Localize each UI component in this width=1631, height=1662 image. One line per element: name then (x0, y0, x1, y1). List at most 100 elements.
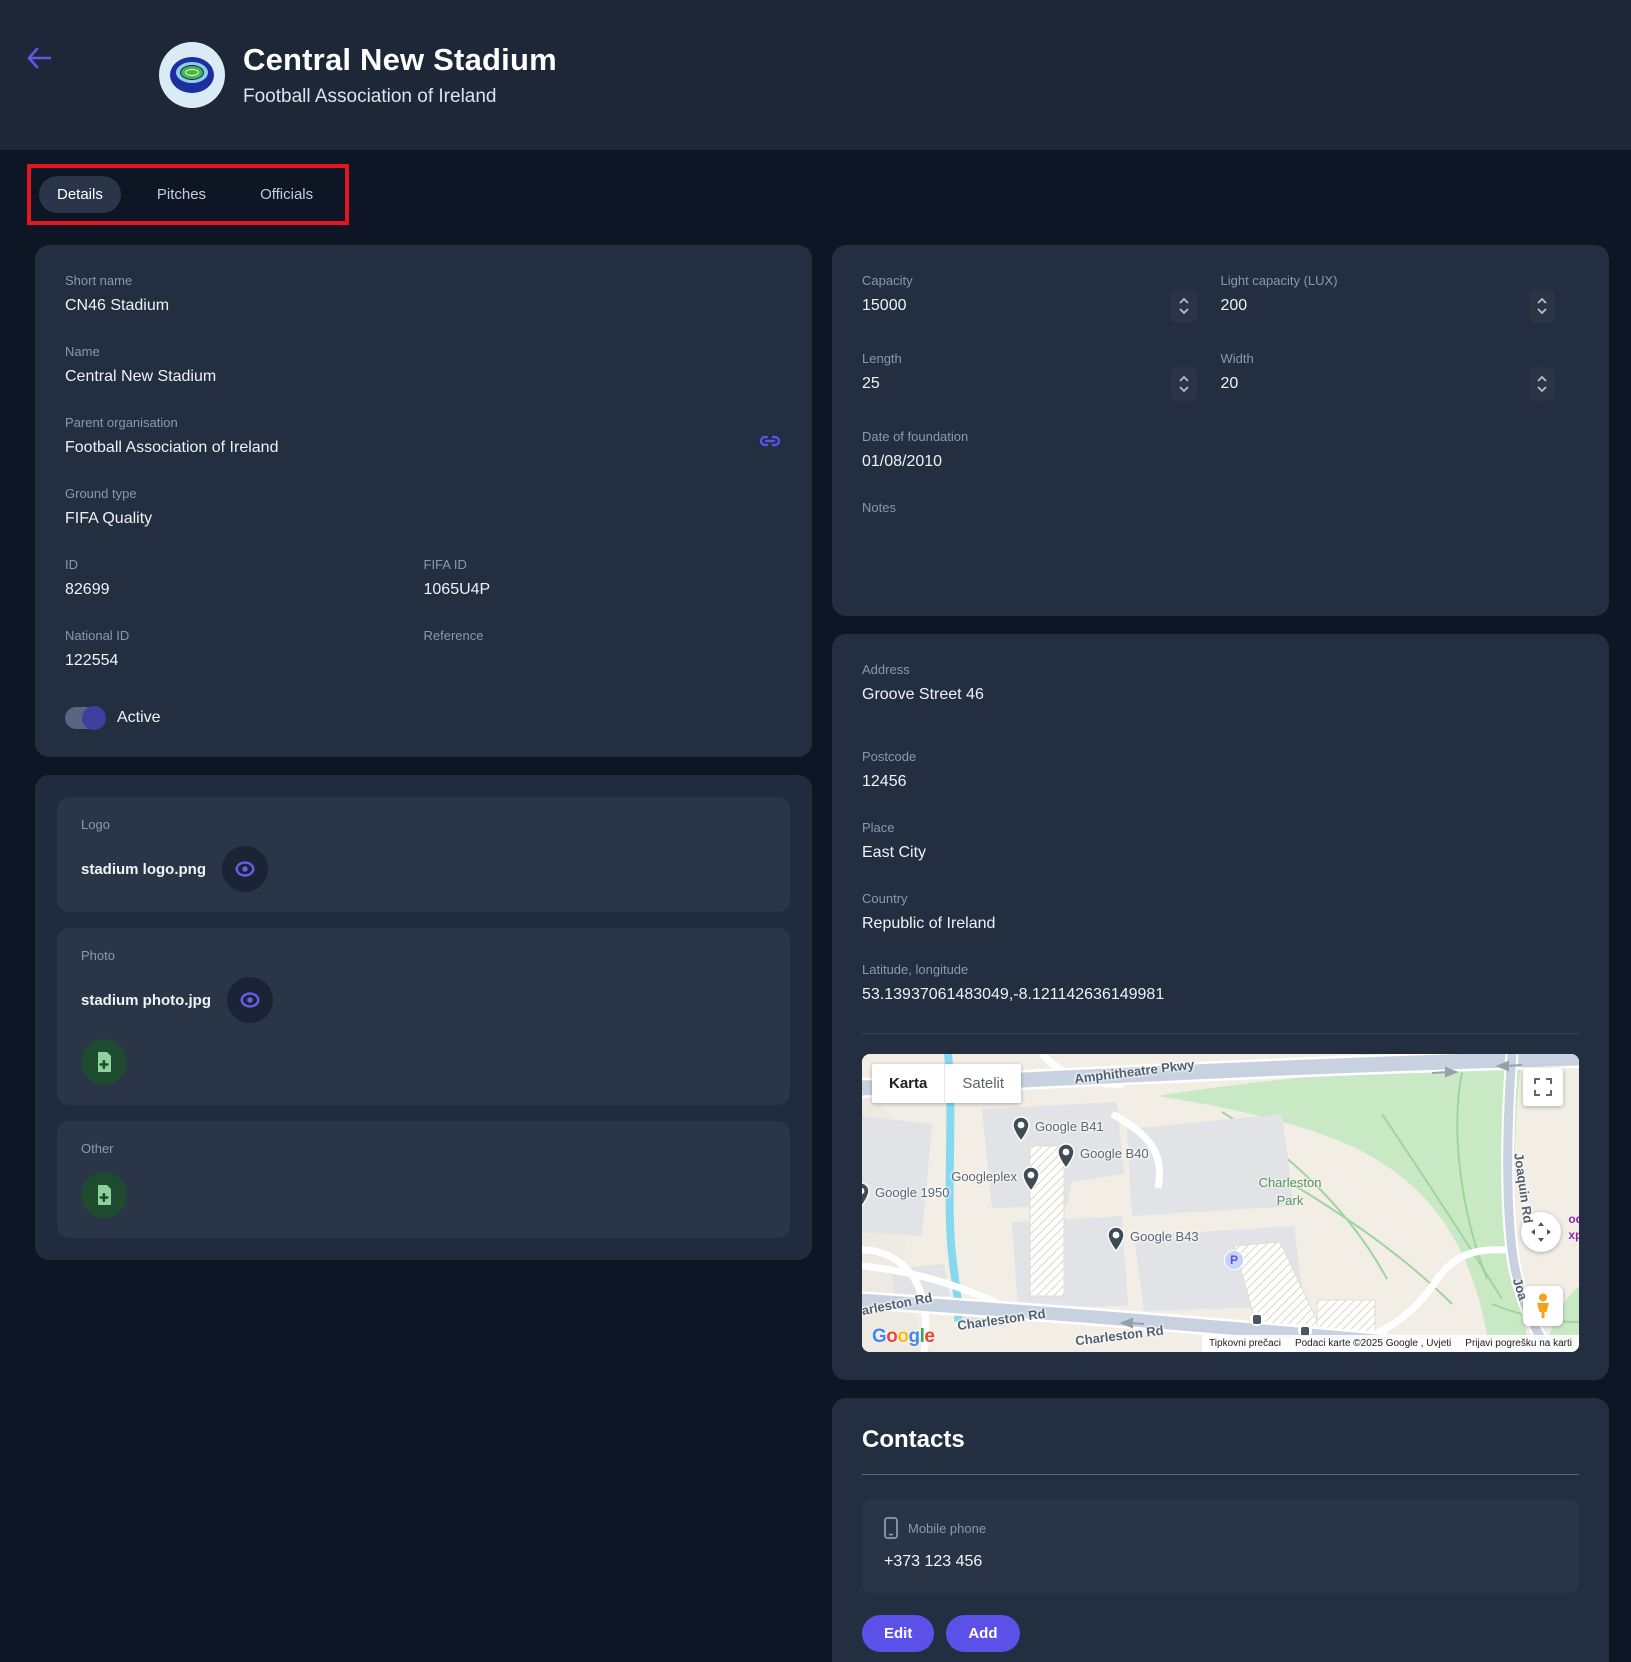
map-data-terms-link[interactable]: Podaci karte ©2025 Google , Uvjeti (1288, 1335, 1458, 1352)
field-label: Capacity (862, 273, 913, 288)
pin-icon (1012, 1116, 1030, 1142)
add-photo-button[interactable] (81, 1039, 127, 1085)
light-capacity-value: 200 (1221, 297, 1338, 316)
address-value: Groove Street 46 (862, 686, 1579, 705)
field-label: Place (862, 820, 1579, 835)
field-label: Address (862, 662, 1579, 677)
field-label: Other (81, 1141, 766, 1156)
name-value: Central New Stadium (65, 368, 782, 387)
map-attribution: Tipkovni prečaci Podaci karte ©2025 Goog… (1202, 1335, 1579, 1352)
google-map[interactable]: Karta Satelit Amphitheatre Pkwy Charlest… (862, 1054, 1579, 1352)
stepper-chevrons-icon (1536, 296, 1548, 316)
photo-upload-section: Photo stadium photo.jpg (57, 928, 790, 1105)
place-value: East City (862, 844, 1579, 863)
field-label: Latitude, longitude (862, 962, 1579, 977)
add-other-button[interactable] (81, 1172, 127, 1218)
link-icon[interactable] (758, 429, 782, 456)
pegman-icon (1533, 1293, 1553, 1319)
map-marker[interactable]: Google B41 (1012, 1116, 1030, 1142)
report-error-link[interactable]: Prijavi pogrešku na karti (1458, 1335, 1579, 1352)
pin-icon (1022, 1166, 1040, 1192)
postcode-value: 12456 (862, 773, 1579, 792)
reference-value (424, 652, 783, 671)
contacts-title: Contacts (862, 1426, 1579, 1454)
field-label: Postcode (862, 749, 1579, 764)
contacts-card: Contacts Mobile phone +373 123 456 Edit … (832, 1398, 1609, 1662)
view-photo-button[interactable] (227, 977, 273, 1023)
id-value: 82699 (65, 581, 424, 600)
map-marker[interactable]: Google B40 (1057, 1143, 1075, 1169)
map-type-switcher: Karta Satelit (872, 1064, 1021, 1103)
view-logo-button[interactable] (222, 846, 268, 892)
width-stepper[interactable] (1529, 367, 1555, 401)
photo-file-name: stadium photo.jpg (81, 992, 211, 1009)
width-value: 20 (1221, 375, 1254, 394)
address-card: Address Groove Street 46 Postcode 12456 … (832, 634, 1609, 1380)
length-value: 25 (862, 375, 902, 394)
field-label: Short name (65, 273, 782, 288)
field-label: Photo (81, 948, 766, 963)
field-label: Notes (862, 500, 1579, 515)
stadium-logo-avatar (159, 42, 225, 108)
contacts-add-button[interactable]: Add (946, 1615, 1019, 1652)
field-label: Width (1221, 351, 1254, 366)
ground-type-value: FIFA Quality (65, 510, 782, 529)
page-subtitle: Football Association of Ireland (243, 86, 557, 108)
tab-pitches[interactable]: Pitches (139, 176, 224, 213)
tab-details[interactable]: Details (39, 176, 121, 213)
eye-icon (234, 858, 256, 880)
park-label: Charleston Park (1244, 1174, 1336, 1209)
other-upload-section: Other (57, 1121, 790, 1238)
contact-item: Mobile phone +373 123 456 (862, 1499, 1579, 1593)
transit-station-icon (1250, 1312, 1264, 1326)
files-card: Logo stadium logo.png Photo stadium phot… (35, 775, 812, 1260)
capacity-value: 15000 (862, 297, 913, 316)
divider (862, 1474, 1579, 1475)
annotation-rectangle-tabs: Details Pitches Officials (27, 164, 349, 225)
stepper-chevrons-icon (1178, 374, 1190, 394)
stepper-chevrons-icon (1178, 296, 1190, 316)
length-stepper[interactable] (1171, 367, 1197, 401)
field-label: FIFA ID (424, 557, 783, 572)
tab-officials[interactable]: Officials (242, 176, 331, 213)
mobile-phone-icon (884, 1517, 898, 1539)
map-marker[interactable]: Google 1950 (862, 1182, 870, 1208)
logo-file-name: stadium logo.png (81, 861, 206, 878)
logo-upload-section: Logo stadium logo.png (57, 797, 790, 912)
contacts-edit-button[interactable]: Edit (862, 1615, 934, 1652)
arrow-left-icon (26, 47, 52, 69)
national-id-value: 122554 (65, 652, 424, 671)
map-button-karta[interactable]: Karta (872, 1064, 944, 1103)
clipped-place-label: od xp (1568, 1212, 1579, 1243)
field-label: National ID (65, 628, 424, 643)
map-fullscreen-button[interactable] (1523, 1068, 1563, 1106)
field-label: Light capacity (LUX) (1221, 273, 1338, 288)
keyboard-shortcuts-link[interactable]: Tipkovni prečaci (1202, 1335, 1288, 1352)
field-label: Ground type (65, 486, 782, 501)
short-name-value: CN46 Stadium (65, 297, 782, 316)
capacity-stepper[interactable] (1171, 289, 1197, 323)
details-card: Short name CN46 Stadium Name Central New… (35, 245, 812, 757)
pin-icon (862, 1182, 870, 1208)
map-marker[interactable]: Googleplex (1022, 1166, 1040, 1192)
page-title: Central New Stadium (243, 42, 557, 78)
pan-arrows-icon (1530, 1221, 1552, 1243)
country-value: Republic of Ireland (862, 915, 1579, 934)
map-button-satelit[interactable]: Satelit (944, 1064, 1021, 1103)
phone-label: Mobile phone (908, 1521, 986, 1536)
field-label: Reference (424, 628, 783, 643)
specs-card: Capacity 15000 Light capacity (LUX) 200 … (832, 245, 1609, 616)
toggle-knob (82, 706, 106, 730)
page-header: Central New Stadium Football Association… (0, 0, 1631, 150)
fifa-id-value: 1065U4P (424, 581, 783, 600)
active-toggle[interactable] (65, 707, 105, 729)
notes-value (862, 524, 1579, 588)
back-button[interactable] (24, 44, 54, 74)
parent-organisation-value: Football Association of Ireland (65, 439, 278, 458)
foundation-date-value: 01/08/2010 (862, 453, 1579, 472)
light-capacity-stepper[interactable] (1529, 289, 1555, 323)
map-marker[interactable]: Google B43 (1107, 1226, 1125, 1252)
eye-icon (239, 989, 261, 1011)
field-label: Country (862, 891, 1579, 906)
field-label: ID (65, 557, 424, 572)
